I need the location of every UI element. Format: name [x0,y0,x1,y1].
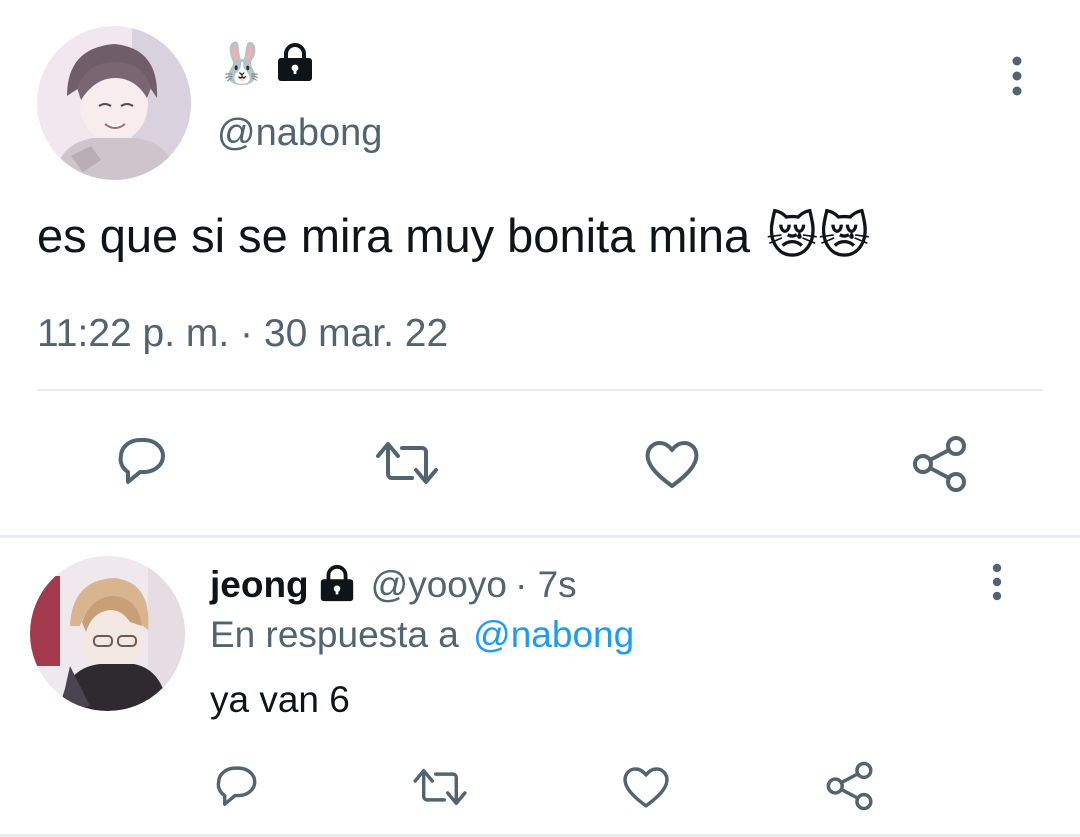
replying-to-handle-link[interactable]: @nabong [473,614,634,655]
reply-text: ya van 6 [210,679,350,720]
display-name-emoji: 🐰 [217,41,267,87]
protected-lock-icon [274,41,316,88]
reply-more-options-icon[interactable] [983,562,1011,602]
avatar-illustration [37,26,191,180]
author-handle[interactable]: @nabong [217,110,382,156]
tweet-text: es que si se mira muy bonita mina [37,209,751,262]
reply-display-name[interactable]: jeong [210,562,309,608]
reply-protected-lock-icon [317,563,357,608]
section-divider [0,535,1080,538]
reply-share-icon[interactable] [824,760,876,812]
retweet-icon[interactable] [372,438,442,488]
like-icon[interactable] [642,436,702,492]
tweet-text-row: es que si se mira muy bonita mina 😿😿 [37,205,870,267]
reply-retweet-icon[interactable] [410,765,470,809]
share-icon[interactable] [910,434,970,494]
tweet-timestamp[interactable]: 11:22 p. m. · 30 mar. 22 [37,311,448,357]
reply-author-avatar[interactable] [30,556,185,711]
reply-age[interactable]: · 7s [515,562,577,608]
reply-like-icon[interactable] [620,763,672,811]
reply-handle[interactable]: @yooyo [371,562,507,608]
avatar-illustration [30,556,185,711]
reply-reply-icon[interactable] [210,763,260,811]
reply-header-row: jeong @yooyo · 7s [210,562,577,608]
divider [37,389,1043,391]
reply-icon[interactable] [111,434,169,490]
more-options-icon[interactable] [1002,55,1032,97]
author-avatar[interactable] [37,26,191,180]
replying-to-prefix: En respuesta a [210,614,459,655]
replying-to-row: En respuesta a @nabong [210,612,634,658]
crying-cat-emoji: 😿😿 [766,207,871,265]
